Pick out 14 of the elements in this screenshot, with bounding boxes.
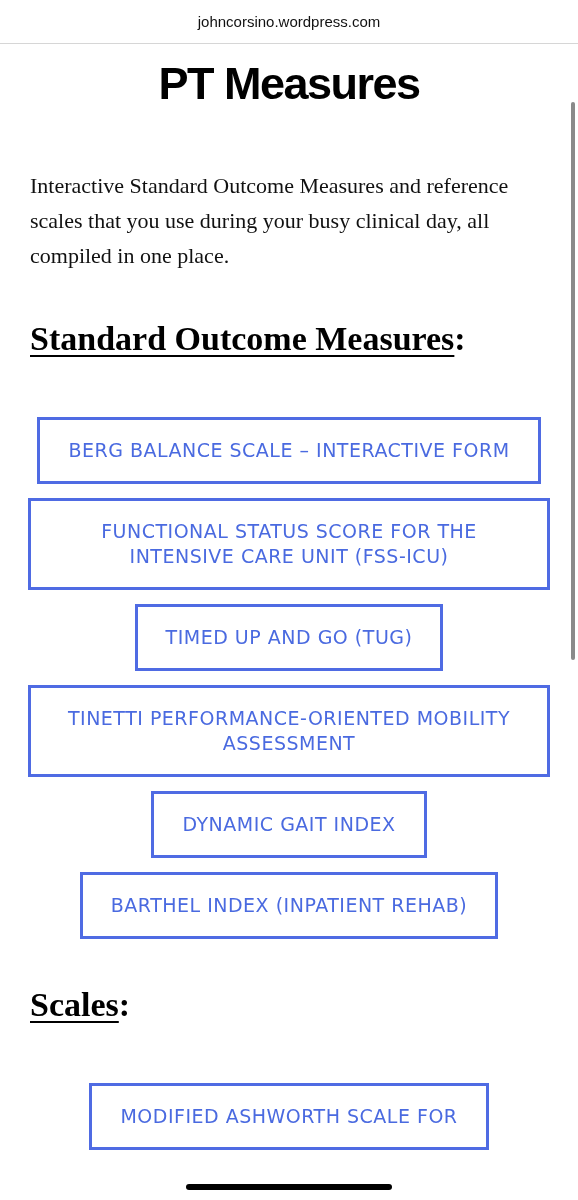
link-button[interactable]: BERG BALANCE SCALE – INTERACTIVE FORM [37,417,541,484]
intro-paragraph: Interactive Standard Outcome Measures and reference scales that you use during your busy clinical day, all compiled in one place. [30,172,510,270]
link-button[interactable]: MODIFIED ASHWORTH SCALE FOR [89,1083,489,1150]
link-button[interactable]: TINETTI PERFORMANCE-ORIENTED MOBILITY ASSESSMENT [28,685,550,777]
site-title: PT Measures [157,57,421,111]
scrollbar[interactable] [571,102,575,660]
address-bar[interactable]: johncorsino.wordpress.com [0,0,578,44]
link-button[interactable]: BARTHEL INDEX (INPATIENT REHAB) [79,872,499,939]
link-button[interactable]: TIMED UP AND GO (TUG) [134,604,444,671]
section-heading: Scales: [30,985,132,1025]
link-button[interactable]: FUNCTIONAL STATUS SCORE FOR THE INTENSIVE CARE UNIT (FSS-ICU) [28,498,550,590]
link-button[interactable]: DYNAMIC GAIT INDEX [151,791,427,858]
section-heading: Standard Outcome Measures: [30,319,467,359]
url-text: johncorsino.wordpress.com [197,13,381,30]
